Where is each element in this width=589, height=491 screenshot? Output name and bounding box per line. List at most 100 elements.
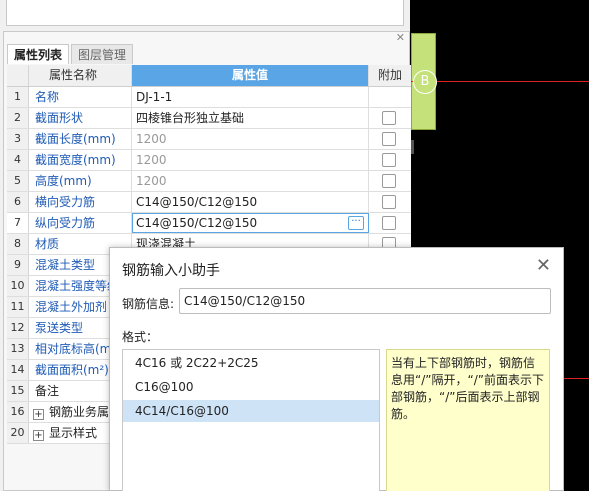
property-name-text: 泵送类型 bbox=[35, 321, 84, 335]
property-value-text: 1200 bbox=[136, 132, 167, 146]
row-number: 15 bbox=[7, 381, 29, 401]
property-name-text: 横向受力筋 bbox=[35, 195, 96, 209]
property-row[interactable]: 2 截面形状 四棱锥台形独立基础 bbox=[7, 108, 411, 129]
property-name-text: 相对底标高(m) bbox=[35, 342, 117, 356]
property-name: 截面宽度(mm) bbox=[29, 150, 132, 170]
property-name: 截面长度(mm) bbox=[29, 129, 132, 149]
row-number: 3 bbox=[7, 129, 29, 149]
property-value-text: 四棱锥台形独立基础 bbox=[136, 111, 245, 125]
row-number: 9 bbox=[7, 255, 29, 275]
property-row[interactable]: 6 横向受力筋 C14@150/C12@150 bbox=[7, 192, 411, 213]
header-value: 属性值 bbox=[132, 65, 369, 86]
property-name-text: 混凝土外加剂 bbox=[35, 300, 108, 314]
header-add: 附加 bbox=[377, 68, 402, 82]
row-number: 4 bbox=[7, 150, 29, 170]
property-row[interactable]: 4 截面宽度(mm) 1200 bbox=[7, 150, 411, 171]
header-name: 属性名称 bbox=[29, 65, 132, 86]
property-name-text: 截面宽度(mm) bbox=[35, 153, 116, 167]
row-number: 10 bbox=[7, 276, 29, 296]
row-number: 6 bbox=[7, 192, 29, 212]
axis-bubble-b[interactable]: B bbox=[413, 70, 437, 94]
axis-line-b bbox=[436, 81, 589, 82]
property-name: 名称 bbox=[29, 87, 132, 107]
property-value[interactable]: C14@150/C12@150 ··· bbox=[132, 213, 369, 233]
property-name: 横向受力筋 bbox=[29, 192, 132, 212]
attach-cell bbox=[369, 108, 411, 128]
header-index bbox=[7, 65, 29, 86]
format-hint: 当有上下部钢筋时，钢筋信息用“/”隔开，“/”前面表示下部钢筋，“/”后面表示上… bbox=[386, 349, 550, 491]
property-name-text: 高度(mm) bbox=[35, 174, 92, 188]
format-item[interactable]: 4C16 或 2C22+2C25 bbox=[123, 352, 379, 374]
top-panel-content bbox=[6, 0, 404, 26]
row-number: 7 bbox=[7, 213, 29, 233]
expand-icon[interactable]: + bbox=[33, 409, 44, 420]
property-name: 高度(mm) bbox=[29, 171, 132, 191]
panel-close-icon[interactable]: ✕ bbox=[396, 32, 405, 43]
attach-cell bbox=[369, 129, 411, 149]
row-number: 2 bbox=[7, 108, 29, 128]
property-value-text: C14@150/C12@150 bbox=[136, 195, 258, 209]
property-name-text: 纵向受力筋 bbox=[35, 216, 96, 230]
property-value[interactable]: 1200 bbox=[132, 129, 369, 149]
property-row[interactable]: 5 高度(mm) 1200 bbox=[7, 171, 411, 192]
property-value-text: DJ-1-1 bbox=[136, 90, 173, 104]
row-number: 20 bbox=[7, 423, 29, 443]
axis-line-lower bbox=[560, 378, 589, 379]
attach-cell bbox=[369, 150, 411, 170]
panel-tabs: 属性列表 图层管理 bbox=[7, 44, 135, 64]
property-value[interactable]: DJ-1-1 bbox=[132, 87, 369, 107]
top-panel bbox=[0, 0, 410, 30]
grid-header: 属性名称 属性值 附加 bbox=[7, 65, 411, 87]
property-name: 截面形状 bbox=[29, 108, 132, 128]
row-number: 8 bbox=[7, 234, 29, 254]
property-value[interactable]: C14@150/C12@150 bbox=[132, 192, 369, 212]
format-item-selected[interactable]: 4C14/C16@100 bbox=[123, 400, 379, 422]
row-number: 11 bbox=[7, 297, 29, 317]
format-list[interactable]: 4C16 或 2C22+2C25 C16@100 4C14/C16@100 bbox=[122, 349, 380, 491]
property-name-text: 显示样式 bbox=[49, 426, 98, 440]
property-row[interactable]: 1 名称 DJ-1-1 bbox=[7, 87, 411, 108]
rebar-helper-dialog: 钢筋输入小助手 ✕ 钢筋信息: C14@150/C12@150 格式： 4C16… bbox=[109, 247, 564, 491]
format-item[interactable]: C16@100 bbox=[123, 376, 379, 398]
property-value[interactable]: 1200 bbox=[132, 150, 369, 170]
property-value[interactable]: 1200 bbox=[132, 171, 369, 191]
attach-cell bbox=[369, 87, 411, 107]
row-number: 14 bbox=[7, 360, 29, 380]
dialog-title: 钢筋输入小助手 bbox=[122, 263, 220, 279]
property-name-text: 混凝土强度等级 bbox=[35, 279, 120, 293]
ellipsis-button[interactable]: ··· bbox=[348, 216, 364, 230]
attach-checkbox[interactable] bbox=[382, 111, 396, 125]
property-name-text: 材质 bbox=[35, 237, 60, 251]
attach-checkbox[interactable] bbox=[382, 153, 396, 167]
attach-checkbox[interactable] bbox=[382, 174, 396, 188]
attach-checkbox[interactable] bbox=[382, 132, 396, 146]
property-value-text: C14@150/C12@150 bbox=[136, 216, 258, 230]
row-number: 12 bbox=[7, 318, 29, 338]
property-name-text: 截面形状 bbox=[35, 111, 84, 125]
row-number: 13 bbox=[7, 339, 29, 359]
expand-icon[interactable]: + bbox=[33, 430, 44, 441]
rebar-info-input[interactable]: C14@150/C12@150 bbox=[179, 288, 551, 314]
tab-property-list[interactable]: 属性列表 bbox=[7, 44, 70, 64]
row-number: 5 bbox=[7, 171, 29, 191]
property-name-text: 截面长度(mm) bbox=[35, 132, 116, 146]
attach-cell bbox=[369, 171, 411, 191]
property-value[interactable]: 四棱锥台形独立基础 bbox=[132, 108, 369, 128]
attach-checkbox[interactable] bbox=[382, 216, 396, 230]
property-name: 纵向受力筋 bbox=[29, 213, 132, 233]
row-number: 16 bbox=[7, 402, 29, 422]
tab-layer-management[interactable]: 图层管理 bbox=[71, 44, 134, 64]
property-name-text: 截面面积(m²) bbox=[35, 363, 109, 377]
property-name-text: 名称 bbox=[35, 90, 60, 104]
property-name-text: 备注 bbox=[35, 384, 60, 398]
attach-checkbox[interactable] bbox=[382, 195, 396, 209]
attach-cell bbox=[369, 192, 411, 212]
row-number: 1 bbox=[7, 87, 29, 107]
rebar-info-label: 钢筋信息: bbox=[122, 297, 175, 311]
close-icon[interactable]: ✕ bbox=[536, 256, 551, 276]
property-row[interactable]: 3 截面长度(mm) 1200 bbox=[7, 129, 411, 150]
property-name-text: 混凝土类型 bbox=[35, 258, 96, 272]
attach-cell bbox=[369, 213, 411, 233]
property-row[interactable]: 7 纵向受力筋 C14@150/C12@150 ··· bbox=[7, 213, 411, 234]
format-label: 格式： bbox=[122, 330, 159, 344]
